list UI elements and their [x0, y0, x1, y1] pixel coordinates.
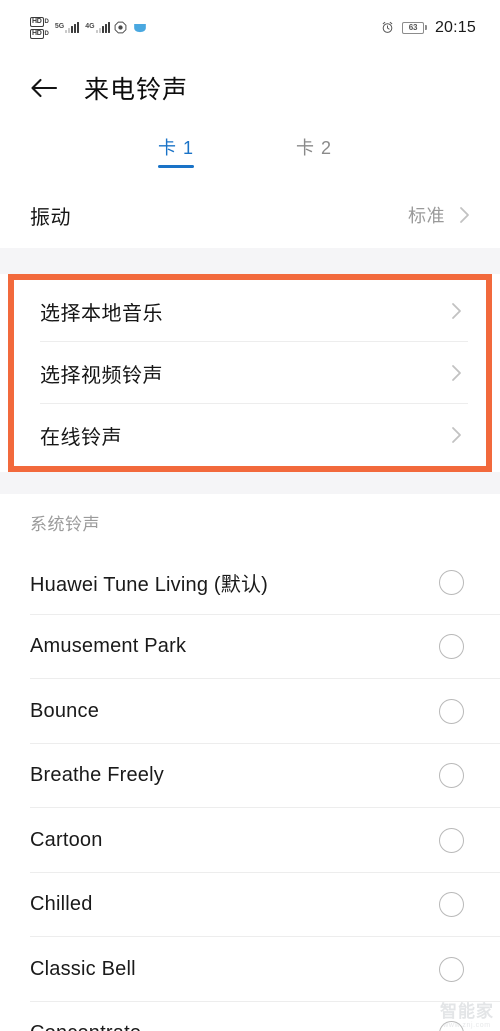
tab-sim-1[interactable]: 卡 1 [158, 134, 195, 168]
page-header: 来电铃声 [0, 55, 500, 120]
vibration-section: 振动 标准 [0, 182, 500, 248]
ringtone-radio[interactable] [439, 763, 464, 789]
signal-icon-sim2: 4G [85, 22, 110, 33]
sim-tab-bar: 卡 1 卡 2 [0, 120, 500, 182]
ringtone-radio[interactable] [439, 956, 464, 982]
ringtone-radio[interactable] [439, 569, 464, 595]
select-video-ringtone-label: 选择视频铃声 [40, 364, 163, 387]
status-bar-clock: 20:15 [434, 18, 476, 36]
shield-icon [133, 24, 146, 33]
ringtone-radio[interactable] [439, 827, 464, 853]
list-item[interactable]: Concentrate [0, 1001, 500, 1031]
list-item[interactable]: Chilled [0, 872, 500, 937]
ringtone-name: Concentrate [30, 1022, 141, 1031]
ringtone-name: Breathe Freely [30, 764, 164, 787]
ringtone-radio[interactable] [439, 892, 464, 918]
battery-tip [424, 25, 427, 30]
status-bar-right: 63 20:15 [381, 19, 476, 37]
highlighted-ringtone-sources: 选择本地音乐 选择视频铃声 在线铃声 [8, 274, 492, 472]
list-item[interactable]: Classic Bell [0, 937, 500, 1002]
hd-sub-label-2: D [44, 30, 49, 37]
system-ringtones-section: 系统铃声 Huawei Tune Living (默认) Amusement P… [0, 494, 500, 1031]
section-gap-2 [0, 472, 500, 494]
vibration-value: 标准 [408, 206, 445, 226]
battery-icon: 63 [401, 21, 427, 34]
ringtone-name: Bounce [30, 699, 100, 722]
signal-bars-icon-1 [65, 22, 80, 33]
dual-sim-hd-icons: HD D HD D [30, 16, 49, 39]
list-item[interactable]: Cartoon [0, 808, 500, 873]
vibration-value-group: 标准 [408, 202, 470, 228]
vibration-label: 振动 [30, 206, 71, 229]
tab-sim-2[interactable]: 卡 2 [296, 134, 332, 168]
online-ringtone-label: 在线铃声 [40, 426, 122, 449]
row-select-local-music[interactable]: 选择本地音乐 [14, 280, 486, 342]
status-bar-left: HD D HD D 5G 4G [30, 16, 147, 39]
row-select-video-ringtone[interactable]: 选择视频铃声 [14, 342, 486, 404]
signal-bars-icon-2 [95, 22, 110, 33]
hd-badge-label: HD [30, 16, 44, 27]
chevron-right-icon [452, 427, 461, 443]
battery-percent-label: 63 [401, 21, 424, 34]
select-local-music-label: 选择本地音乐 [40, 302, 163, 325]
ringtone-name: Amusement Park [30, 635, 187, 658]
chevron-right-icon [452, 365, 461, 381]
ringtone-name: Huawei Tune Living (默认) [30, 573, 269, 596]
hd-badge-label-2: HD [30, 28, 44, 39]
signal-icon-sim1: 5G [54, 22, 80, 33]
octagon-icon [114, 21, 126, 34]
page-title: 来电铃声 [84, 75, 189, 104]
row-vibration[interactable]: 振动 标准 [0, 182, 500, 248]
row-online-ringtone[interactable]: 在线铃声 [14, 404, 486, 466]
system-ringtones-group-title: 系统铃声 [0, 494, 500, 550]
network-type-label-2: 4G [85, 23, 95, 30]
back-arrow-icon[interactable] [30, 77, 58, 99]
chevron-right-icon [460, 207, 469, 223]
hd-sub-label: D [44, 18, 49, 25]
hd-icon-sim2: HD D [30, 28, 49, 39]
ringtone-name: Classic Bell [30, 957, 136, 980]
network-type-label-1: 5G [54, 23, 65, 30]
list-item[interactable]: Amusement Park [0, 614, 500, 679]
list-item[interactable]: Huawei Tune Living (默认) [0, 550, 500, 615]
list-item[interactable]: Bounce [0, 679, 500, 744]
status-bar: HD D HD D 5G 4G 63 20:15 [0, 0, 500, 55]
section-gap-1 [0, 248, 500, 274]
ringtone-name: Chilled [30, 893, 93, 916]
ringtone-radio[interactable] [439, 634, 464, 660]
hd-icon-sim1: HD D [30, 16, 49, 27]
list-item[interactable]: Breathe Freely [0, 743, 500, 808]
phone-screen: HD D HD D 5G 4G 63 20:15 来电铃声 卡 1 卡 2 振动… [0, 0, 500, 1031]
alarm-clock-icon [382, 21, 393, 33]
ringtone-radio[interactable] [439, 698, 464, 724]
ringtone-name: Cartoon [30, 828, 103, 851]
chevron-right-icon [452, 303, 461, 319]
ringtone-radio[interactable] [439, 1021, 464, 1031]
